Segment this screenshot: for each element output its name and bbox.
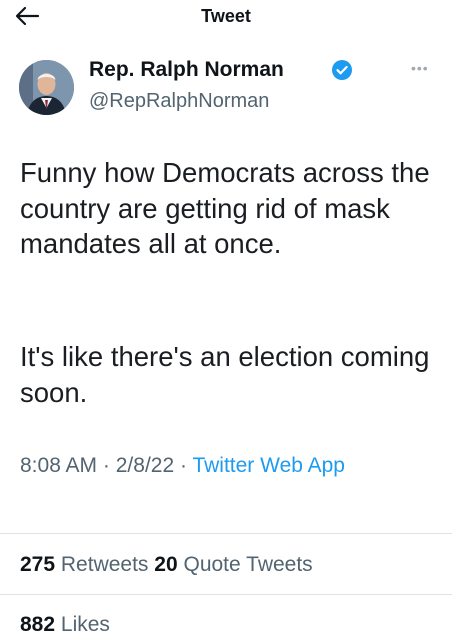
author-handle[interactable]: @RepRalphNorman: [89, 90, 269, 113]
likes-label: Likes: [60, 613, 110, 636]
divider: [0, 594, 452, 595]
avatar[interactable]: [19, 60, 74, 115]
engagement-stats: 275 Retweets 20 Quote Tweets: [20, 553, 313, 577]
top-bar: Tweet: [0, 0, 452, 34]
likes-stats: 882 Likes: [20, 613, 110, 637]
more-icon[interactable]: •••: [411, 60, 429, 76]
divider: [0, 533, 452, 534]
tweet-date[interactable]: 2/8/22: [116, 454, 174, 477]
verified-badge-icon: [331, 59, 353, 81]
retweets-count: 275: [20, 553, 56, 576]
retweets-stat[interactable]: 275 Retweets: [20, 553, 154, 576]
page-title: Tweet: [201, 6, 251, 26]
author-name[interactable]: Rep. Ralph Norman: [89, 58, 284, 82]
retweets-label: Retweets: [60, 553, 149, 576]
quote-tweets-label: Quote Tweets: [183, 553, 313, 576]
meta-separator: ·: [102, 454, 110, 477]
tweet-source-link[interactable]: Twitter Web App: [192, 454, 345, 477]
tweet-text-paragraph: It's like there's an election coming soo…: [20, 341, 430, 408]
meta-separator: ·: [179, 454, 187, 477]
tweet-time[interactable]: 8:08 AM: [20, 454, 97, 477]
tweet-meta: 8:08 AM · 2/8/22 · Twitter Web App: [20, 450, 440, 481]
likes-count: 882: [20, 613, 56, 636]
quote-tweets-stat[interactable]: 20 Quote Tweets: [154, 553, 312, 576]
likes-stat[interactable]: 882 Likes: [20, 613, 110, 636]
tweet-text-paragraph: Funny how Democrats across the country a…: [20, 157, 430, 259]
quote-tweets-count: 20: [154, 553, 178, 576]
